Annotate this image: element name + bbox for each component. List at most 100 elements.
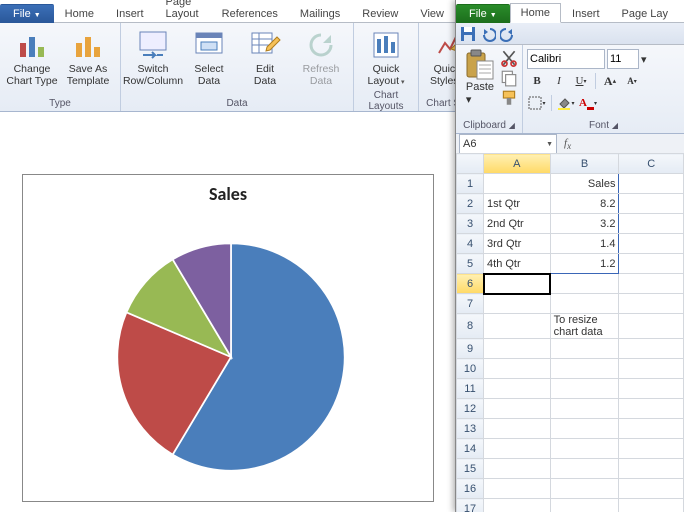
row-header-13[interactable]: 13 (457, 419, 484, 439)
cell-C7[interactable] (619, 294, 684, 314)
cell-C10[interactable] (619, 359, 684, 379)
tab-references[interactable]: References (211, 4, 289, 23)
cut-icon[interactable] (500, 49, 518, 67)
cell-B4[interactable]: 1.4 (550, 234, 619, 254)
cell-A13[interactable] (484, 419, 551, 439)
cell-C14[interactable] (619, 439, 684, 459)
shrink-font-button[interactable]: A▾ (622, 71, 642, 91)
tab-insert[interactable]: Insert (105, 4, 155, 23)
tab-page-layout[interactable]: Page Layout (155, 0, 211, 23)
tab-review[interactable]: Review (351, 4, 409, 23)
copy-icon[interactable] (500, 69, 518, 87)
paste-button[interactable]: Paste▾ (460, 47, 500, 107)
cell-B7[interactable] (550, 294, 619, 314)
format-painter-icon[interactable] (500, 89, 518, 107)
chart-title[interactable]: Sales (23, 183, 433, 205)
cell-C2[interactable] (619, 194, 684, 214)
row-header-11[interactable]: 11 (457, 379, 484, 399)
save-as-template-button[interactable]: Save AsTemplate (60, 25, 116, 87)
tab-home[interactable]: Home (54, 4, 105, 23)
cell-B3[interactable]: 3.2 (550, 214, 619, 234)
excel-tab-file[interactable]: File▼ (456, 4, 510, 23)
row-header-3[interactable]: 3 (457, 214, 484, 234)
cell-C11[interactable] (619, 379, 684, 399)
save-icon[interactable] (460, 26, 476, 42)
row-header-8[interactable]: 8 (457, 314, 484, 339)
cell-B8[interactable]: To resize chart data (550, 314, 619, 339)
cell-C17[interactable] (619, 499, 684, 512)
cell-A17[interactable] (484, 499, 551, 512)
cell-B1[interactable]: Sales (550, 174, 619, 194)
cell-A12[interactable] (484, 399, 551, 419)
bold-button[interactable]: B (527, 71, 547, 91)
row-header-10[interactable]: 10 (457, 359, 484, 379)
cell-A2[interactable]: 1st Qtr (484, 194, 551, 214)
chart-object[interactable]: Sales (22, 174, 434, 502)
cell-C12[interactable] (619, 399, 684, 419)
row-header-5[interactable]: 5 (457, 254, 484, 274)
select-all-corner[interactable] (457, 154, 484, 174)
font-size-select[interactable] (607, 49, 639, 69)
cell-C9[interactable] (619, 339, 684, 359)
cell-B6[interactable] (550, 274, 619, 294)
name-box[interactable]: A6▼ (459, 134, 557, 154)
cell-A11[interactable] (484, 379, 551, 399)
cell-C15[interactable] (619, 459, 684, 479)
row-header-2[interactable]: 2 (457, 194, 484, 214)
border-button[interactable]: ▾ (527, 93, 547, 113)
cell-B12[interactable] (550, 399, 619, 419)
cell-C6[interactable] (619, 274, 684, 294)
italic-button[interactable]: I (549, 71, 569, 91)
cell-A3[interactable]: 2nd Qtr (484, 214, 551, 234)
row-header-14[interactable]: 14 (457, 439, 484, 459)
cell-C1[interactable] (619, 174, 684, 194)
row-header-15[interactable]: 15 (457, 459, 484, 479)
cell-B11[interactable] (550, 379, 619, 399)
row-header-16[interactable]: 16 (457, 479, 484, 499)
col-header-A[interactable]: A (484, 154, 551, 174)
row-header-9[interactable]: 9 (457, 339, 484, 359)
select-data-button[interactable]: SelectData (181, 25, 237, 87)
cell-A15[interactable] (484, 459, 551, 479)
cell-B5[interactable]: 1.2 (550, 254, 619, 274)
grow-font-button[interactable]: A▴ (600, 71, 620, 91)
cell-B14[interactable] (550, 439, 619, 459)
cell-C5[interactable] (619, 254, 684, 274)
redo-icon[interactable] (500, 26, 516, 42)
tab-file[interactable]: File▼ (0, 4, 54, 23)
row-header-1[interactable]: 1 (457, 174, 484, 194)
row-header-12[interactable]: 12 (457, 399, 484, 419)
excel-tab-insert[interactable]: Insert (561, 4, 611, 23)
spreadsheet-grid[interactable]: ABC1Sales21st Qtr8.232nd Qtr3.243rd Qtr1… (456, 153, 684, 512)
cell-A14[interactable] (484, 439, 551, 459)
switch-row-column-button[interactable]: SwitchRow/Column (125, 25, 181, 87)
cell-A6[interactable] (484, 274, 551, 294)
cell-A4[interactable]: 3rd Qtr (484, 234, 551, 254)
cell-B9[interactable] (550, 339, 619, 359)
cell-B16[interactable] (550, 479, 619, 499)
tab-mailings[interactable]: Mailings (289, 4, 351, 23)
cell-C8[interactable] (619, 314, 684, 339)
fx-icon[interactable]: fx (564, 137, 571, 151)
cell-A16[interactable] (484, 479, 551, 499)
cell-A8[interactable] (484, 314, 551, 339)
cell-B17[interactable] (550, 499, 619, 512)
font-color-button[interactable]: A▾ (578, 93, 598, 113)
col-header-C[interactable]: C (619, 154, 684, 174)
row-header-6[interactable]: 6 (457, 274, 484, 294)
underline-button[interactable]: U▾ (571, 71, 591, 91)
cell-B13[interactable] (550, 419, 619, 439)
edit-data-button[interactable]: EditData (237, 25, 293, 87)
col-header-B[interactable]: B (550, 154, 619, 174)
cell-A10[interactable] (484, 359, 551, 379)
cell-B2[interactable]: 8.2 (550, 194, 619, 214)
cell-A9[interactable] (484, 339, 551, 359)
excel-tab-page-layout[interactable]: Page Lay (611, 4, 679, 23)
cell-C4[interactable] (619, 234, 684, 254)
undo-icon[interactable] (480, 26, 496, 42)
row-header-4[interactable]: 4 (457, 234, 484, 254)
pie-chart[interactable] (115, 241, 347, 473)
tab-view[interactable]: View (409, 4, 455, 23)
cell-A5[interactable]: 4th Qtr (484, 254, 551, 274)
cell-A1[interactable] (484, 174, 551, 194)
